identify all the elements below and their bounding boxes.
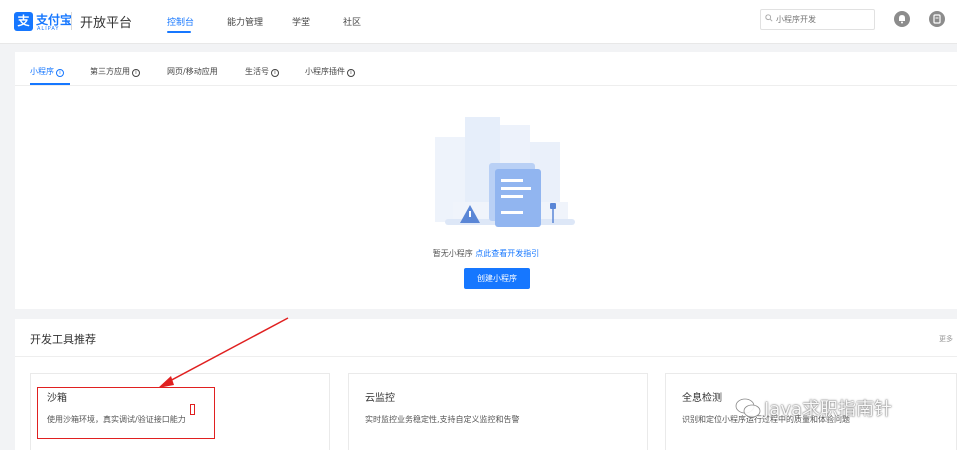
dev-guide-link[interactable]: 点此查看开发指引: [475, 249, 539, 258]
app-list-panel: 小程序 i 第三方应用 i 网页/移动应用 生活号 i 小程序插件 i 暂无小程序 点此…: [15, 52, 957, 309]
search-input[interactable]: [776, 12, 871, 27]
nav-community[interactable]: 社区: [343, 15, 361, 28]
watermark-text: Java求职指南针: [764, 399, 893, 420]
card-description: 实时监控业务稳定性,支持自定义监控和告警: [365, 415, 520, 424]
wechat-logo-icon: [735, 398, 761, 418]
tab-third-party-app[interactable]: 第三方应用 i: [90, 66, 140, 77]
search-icon: [765, 14, 773, 22]
nav-active-indicator: [167, 31, 191, 33]
info-icon[interactable]: i: [347, 69, 355, 77]
more-link[interactable]: 更多: [939, 334, 953, 344]
nav-console[interactable]: 控制台: [167, 15, 194, 28]
info-icon[interactable]: i: [271, 69, 279, 77]
card-title: 云监控: [365, 393, 395, 404]
empty-state-illustration: [435, 117, 575, 227]
info-icon[interactable]: i: [132, 69, 140, 77]
bell-icon[interactable]: [894, 11, 910, 27]
tab-mini-program[interactable]: 小程序 i: [30, 66, 64, 77]
search-box[interactable]: [760, 9, 875, 30]
tab-mini-program-plugin[interactable]: 小程序插件 i: [305, 66, 355, 77]
tab-divider: [15, 85, 957, 86]
empty-state-message: 暂无小程序 点此查看开发指引: [432, 249, 540, 258]
tool-card-cloud-monitor[interactable]: 云监控 实时监控业务稳定性,支持自定义监控和告警: [348, 373, 648, 450]
section-divider: [15, 356, 957, 357]
annotation-cursor-mark: [190, 404, 195, 415]
platform-title[interactable]: 开放平台: [80, 12, 132, 31]
nav-academy[interactable]: 学堂: [292, 15, 310, 28]
tab-life-account[interactable]: 生活号 i: [245, 66, 279, 77]
annotation-highlight-box: [37, 387, 215, 439]
logo-subtext: ALIPAY: [37, 26, 60, 32]
section-title: 开发工具推荐: [30, 333, 96, 346]
card-title: 全息检测: [682, 393, 722, 404]
nav-capability-management[interactable]: 能力管理: [227, 15, 263, 28]
create-mini-program-button[interactable]: 创建小程序: [464, 268, 530, 289]
user-avatar-icon[interactable]: [929, 11, 945, 27]
alipay-logo-icon[interactable]: 支: [14, 12, 33, 31]
info-icon[interactable]: i: [56, 69, 64, 77]
tab-web-mobile-app[interactable]: 网页/移动应用: [167, 66, 218, 77]
logo-divider: [71, 12, 72, 30]
top-navigation-bar: 支 支付宝 ALIPAY 开放平台 控制台 能力管理 学堂 社区: [0, 0, 957, 44]
